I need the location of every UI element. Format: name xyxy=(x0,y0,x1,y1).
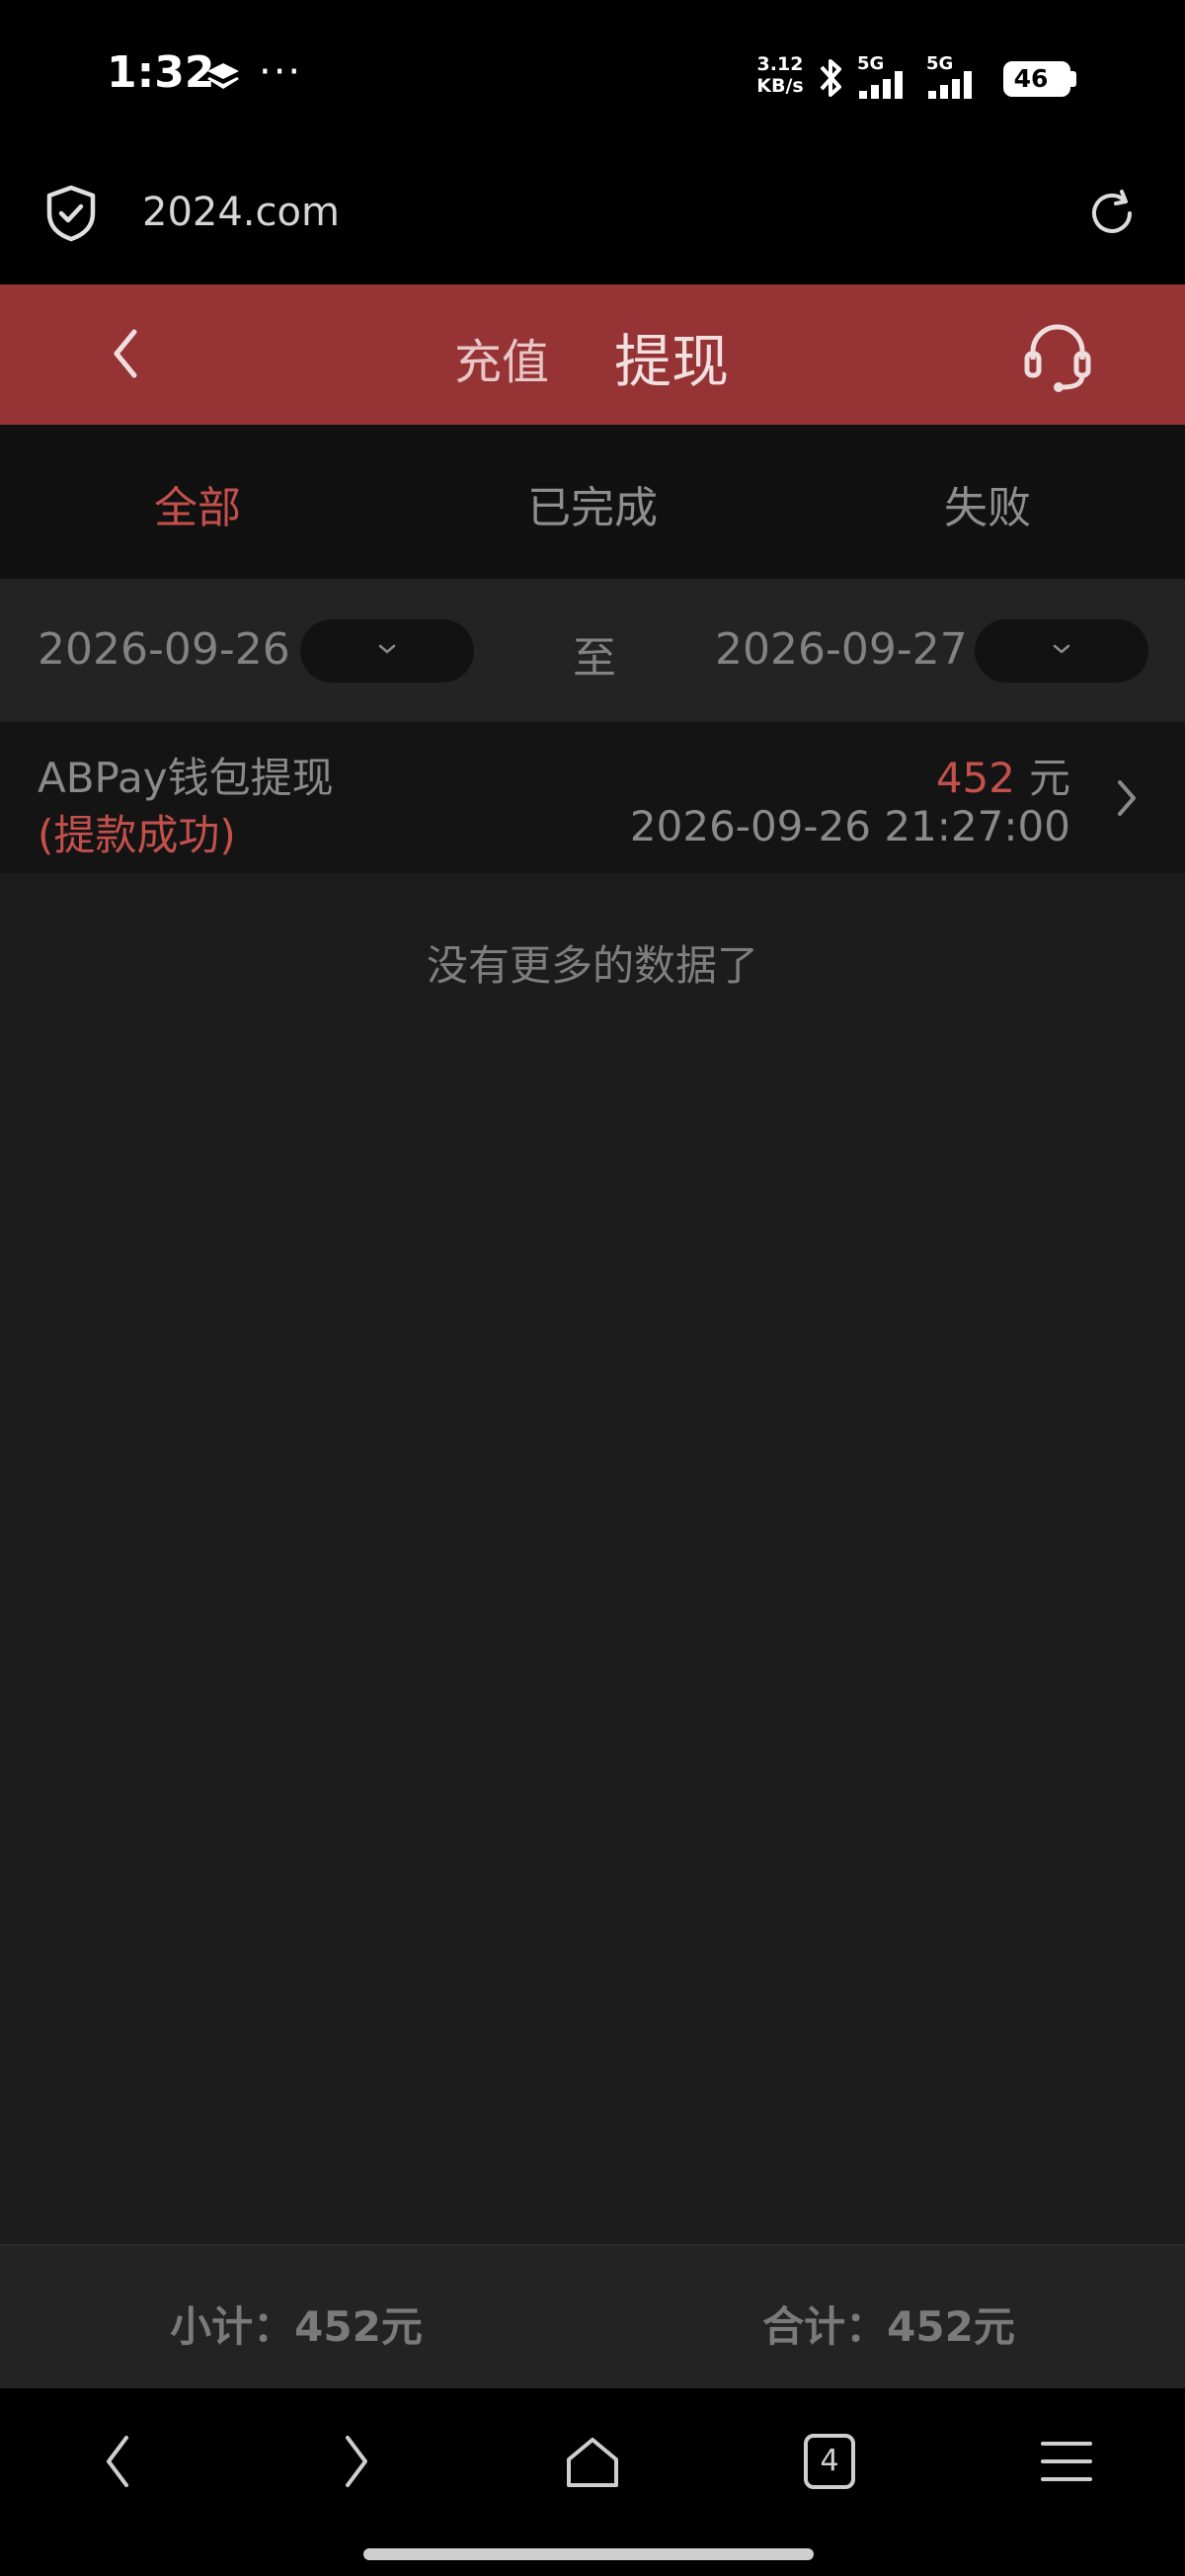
battery-icon: 46 xyxy=(1003,61,1070,97)
battery-cap xyxy=(1070,71,1076,87)
chevron-down-icon xyxy=(1053,644,1070,654)
record-title: ABPay钱包提现 xyxy=(38,754,334,802)
record-time: 2026-09-26 21:27:00 xyxy=(629,802,1070,850)
signal-icon: 5G xyxy=(926,53,991,99)
total: 合计：452元 xyxy=(762,2302,1015,2351)
page-header xyxy=(0,284,1185,425)
more-dots-icon: ··· xyxy=(259,49,303,95)
home-indicator[interactable] xyxy=(363,2548,814,2560)
chevron-down-icon xyxy=(378,644,396,654)
record-unit: 元 xyxy=(1028,754,1070,802)
status-time: 1:32 xyxy=(107,47,215,98)
network-speed: 3.12 KB/s xyxy=(756,53,804,97)
shield-check-icon[interactable] xyxy=(43,184,99,243)
record-status: (提款成功) xyxy=(38,811,236,859)
subtotal: 小计：452元 xyxy=(170,2302,423,2351)
bluetooth-icon xyxy=(820,59,841,97)
filter-tab-all[interactable]: 全部 xyxy=(0,472,395,535)
start-date-dropdown[interactable] xyxy=(300,619,474,683)
nav-menu-icon[interactable] xyxy=(1035,2430,1098,2493)
end-date-dropdown[interactable] xyxy=(975,619,1148,683)
nav-home-icon[interactable] xyxy=(561,2430,624,2493)
signal-icon: 5G xyxy=(857,53,922,99)
start-date[interactable]: 2026-09-26 xyxy=(38,624,290,675)
record-amount: 452 xyxy=(935,754,1015,802)
filter-tab-failed[interactable]: 失败 xyxy=(790,472,1185,535)
end-date[interactable]: 2026-09-27 xyxy=(715,624,968,675)
nav-forward-icon[interactable] xyxy=(324,2430,387,2493)
date-separator: 至 xyxy=(573,633,616,684)
headset-icon[interactable] xyxy=(1023,316,1092,395)
url-text[interactable]: 2024.com xyxy=(142,190,340,235)
filter-tab-completed[interactable]: 已完成 xyxy=(395,472,790,535)
tab-withdraw[interactable]: 提现 xyxy=(614,315,729,398)
record-amount-group: 452 元 xyxy=(936,745,1070,805)
reload-icon[interactable] xyxy=(1086,188,1138,239)
nav-tabs-button[interactable]: 4 xyxy=(798,2430,861,2493)
tab-count: 4 xyxy=(820,2444,839,2478)
layers-icon xyxy=(207,63,239,89)
nav-back-icon[interactable] xyxy=(87,2430,150,2493)
back-icon[interactable] xyxy=(107,322,142,385)
tab-recharge[interactable]: 充值 xyxy=(454,323,549,392)
no-more-data-text: 没有更多的数据了 xyxy=(426,941,758,990)
chevron-right-icon[interactable] xyxy=(1114,776,1140,820)
